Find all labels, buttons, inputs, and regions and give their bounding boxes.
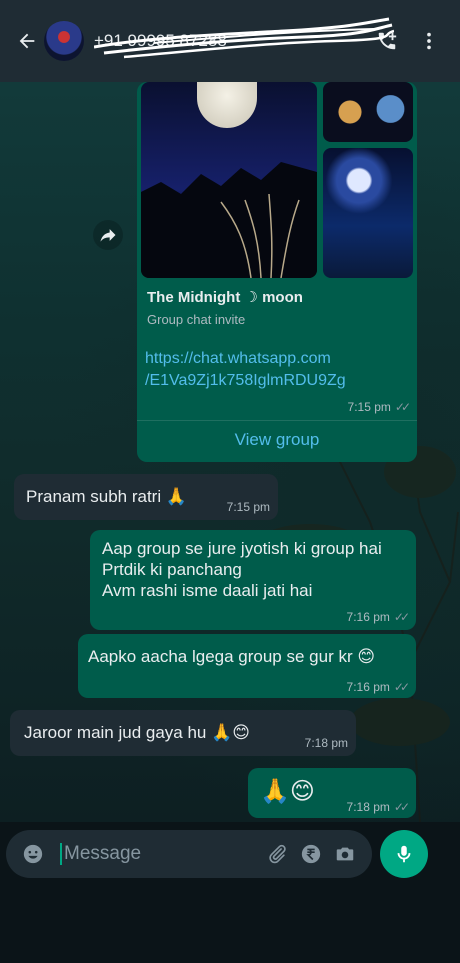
forward-icon xyxy=(100,229,116,242)
voice-record-button[interactable] xyxy=(380,830,428,878)
message-meta: 7:16 pm ✓✓ xyxy=(346,610,411,624)
back-button[interactable] xyxy=(14,28,40,54)
message-time: 7:18 pm xyxy=(304,736,348,750)
read-ticks-icon: ✓✓ xyxy=(393,800,410,814)
message-bubble-out[interactable]: 🙏😊 7:18 pm ✓✓ xyxy=(248,768,416,818)
forward-button[interactable] xyxy=(93,220,123,250)
camera-icon xyxy=(336,847,354,861)
card-divider xyxy=(137,420,417,421)
message-bubble-out[interactable]: Aap group se jure jyotish ki group hai P… xyxy=(90,530,416,630)
invite-meta: 7:15 pm ✓✓ xyxy=(347,400,412,414)
view-group-button[interactable]: View group xyxy=(137,430,417,450)
composer: Message xyxy=(0,822,460,963)
attach-icon xyxy=(269,844,286,864)
message-meta: 7:18 pm xyxy=(305,736,348,750)
message-time: 7:16 pm xyxy=(346,610,390,624)
message-time: 7:18 pm xyxy=(346,800,390,814)
read-ticks-icon: ✓✓ xyxy=(394,400,411,414)
chat-header: +91 99995 87288 xyxy=(0,0,460,82)
message-bubble-out[interactable]: Aapko aacha lgega group se gur kr 😊 7:16… xyxy=(78,634,416,698)
group-image-planets xyxy=(323,82,413,142)
invite-image-collage xyxy=(141,82,413,282)
group-invite-card[interactable]: The Midnight ☽ moon Group chat invite ht… xyxy=(137,82,417,462)
redaction-scribble xyxy=(94,17,394,59)
message-text: Pranam subh ratri 🙏 xyxy=(26,487,188,506)
message-line: Aap group se jure jyotish ki group hai xyxy=(102,539,382,558)
message-meta: 7:15 pm xyxy=(227,500,270,514)
menu-button[interactable] xyxy=(412,24,446,58)
message-text: Aap group se jure jyotish ki group hai P… xyxy=(102,538,382,601)
invite-time: 7:15 pm xyxy=(347,400,391,414)
group-image-night-sea xyxy=(323,148,413,278)
camera-button[interactable] xyxy=(328,837,362,871)
group-name: The Midnight ☽ moon xyxy=(147,289,303,306)
message-time: 7:15 pm xyxy=(226,500,270,514)
hill-silhouette xyxy=(141,162,317,278)
message-input-field[interactable]: Message xyxy=(6,830,372,878)
attach-button[interactable] xyxy=(260,837,294,871)
message-input[interactable]: Message xyxy=(60,843,260,865)
message-bubble-in[interactable]: Pranam subh ratri 🙏 7:15 pm xyxy=(14,474,278,520)
arrow-left-icon xyxy=(19,33,35,49)
message-line: Avm rashi isme daali jati hai xyxy=(102,581,313,600)
message-meta: 7:18 pm ✓✓ xyxy=(346,800,411,814)
avatar[interactable] xyxy=(44,21,84,61)
message-time: 7:16 pm xyxy=(346,680,390,694)
mic-icon xyxy=(397,845,411,863)
message-line: Prtdik ki panchang xyxy=(102,560,242,579)
read-ticks-icon: ✓✓ xyxy=(393,680,410,694)
invite-link-line2: /E1Va9Zj1k758IglmRDU9Zg xyxy=(145,372,346,389)
group-image-main xyxy=(141,82,317,278)
message-text: 🙏😊 xyxy=(260,778,315,805)
message-text: Jaroor main jud gaya hu 🙏😊 xyxy=(24,723,250,742)
contact-title[interactable]: +91 99995 87288 xyxy=(94,17,394,59)
payment-button[interactable] xyxy=(294,837,328,871)
message-text: Aapko aacha lgega group se gur kr 😊 xyxy=(88,647,376,666)
message-bubble-in[interactable]: Jaroor main jud gaya hu 🙏😊 7:18 pm xyxy=(10,710,356,756)
message-meta: 7:16 pm ✓✓ xyxy=(346,680,411,694)
invite-link[interactable]: https://chat.whatsapp.com /E1Va9Zj1k758I… xyxy=(145,348,346,392)
rupee-icon xyxy=(301,844,321,864)
invite-link-line1: https://chat.whatsapp.com xyxy=(145,350,331,367)
emoji-button[interactable] xyxy=(16,837,50,871)
invite-subtitle: Group chat invite xyxy=(147,312,246,327)
more-vert-icon xyxy=(427,32,431,50)
emoji-icon xyxy=(23,844,43,864)
chat-area[interactable]: The Midnight ☽ moon Group chat invite ht… xyxy=(0,82,460,822)
read-ticks-icon: ✓✓ xyxy=(393,610,410,624)
